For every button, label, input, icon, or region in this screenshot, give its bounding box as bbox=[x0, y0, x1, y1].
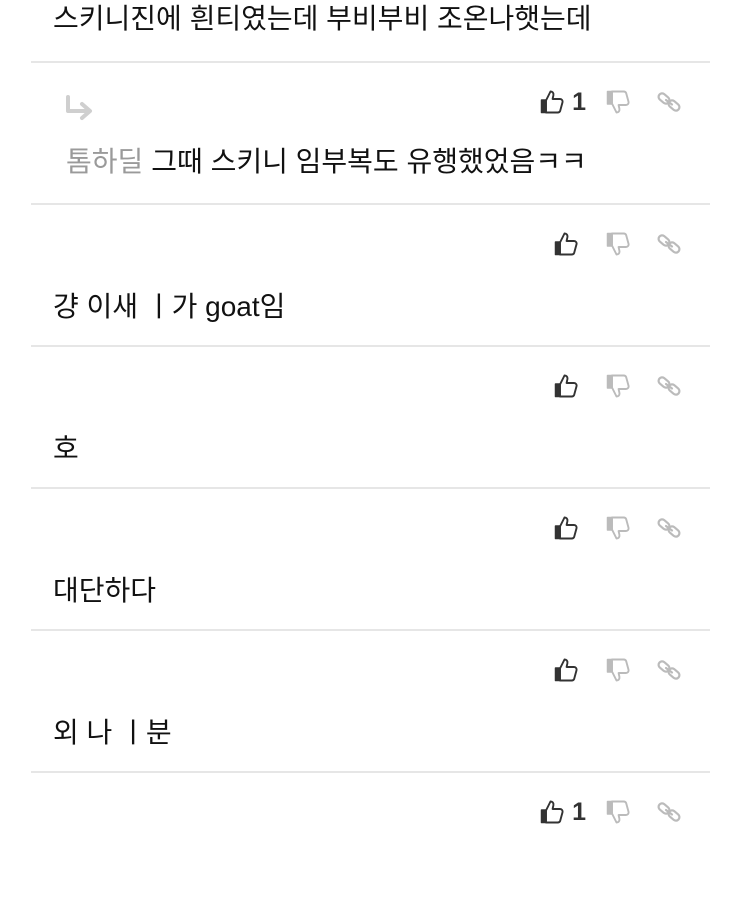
dislike-button[interactable] bbox=[606, 89, 630, 115]
like-button[interactable] bbox=[554, 515, 586, 541]
like-button[interactable] bbox=[554, 657, 586, 683]
link-icon bbox=[657, 660, 681, 680]
thumbs-up-icon bbox=[554, 232, 578, 256]
like-button[interactable] bbox=[554, 373, 586, 399]
thumbs-up-icon bbox=[554, 516, 578, 540]
dislike-button[interactable] bbox=[606, 373, 630, 399]
comment-item: 1 톰하딜 그때 스키니 임부복도 유행했었음ㅋㅋ bbox=[31, 63, 710, 205]
thumbs-up-icon bbox=[540, 90, 564, 114]
thumbs-up-icon bbox=[554, 374, 578, 398]
link-button[interactable] bbox=[656, 515, 682, 541]
comment-text: 걍 이새 ㅣ가 goat임 bbox=[53, 291, 286, 322]
thumbs-down-icon bbox=[606, 90, 630, 114]
comment-text: 외 나 ㅣ분 bbox=[53, 717, 172, 748]
thumbs-down-icon bbox=[606, 658, 630, 682]
link-icon bbox=[657, 376, 681, 396]
link-button[interactable] bbox=[656, 373, 682, 399]
link-icon bbox=[657, 234, 681, 254]
like-button[interactable]: 1 bbox=[540, 88, 586, 117]
like-button[interactable] bbox=[554, 231, 586, 257]
comment-text: 스키니진에 흰티였는데 부비부비 조온나햇는데 bbox=[53, 3, 592, 34]
thumbs-down-icon bbox=[606, 232, 630, 256]
thumbs-down-icon bbox=[606, 800, 630, 824]
comment-actions: 1 bbox=[540, 793, 682, 831]
comment-text: 대단하다 bbox=[53, 575, 157, 606]
thumbs-up-icon bbox=[554, 658, 578, 682]
like-count: 1 bbox=[572, 87, 586, 116]
comment-text: 톰하딜 그때 스키니 임부복도 유행했었음ㅋㅋ bbox=[66, 144, 587, 180]
comment-actions bbox=[554, 651, 682, 689]
reply-arrow-icon bbox=[66, 95, 92, 120]
comment-item: 대단하다 bbox=[31, 489, 710, 631]
link-icon bbox=[657, 92, 681, 112]
thumbs-down-icon bbox=[606, 516, 630, 540]
dislike-button[interactable] bbox=[606, 657, 630, 683]
comment-actions bbox=[554, 225, 682, 263]
link-button[interactable] bbox=[656, 799, 682, 825]
link-icon bbox=[657, 802, 681, 822]
dislike-button[interactable] bbox=[606, 799, 630, 825]
comment-item: 스키니진에 흰티였는데 부비부비 조온나햇는데 bbox=[31, 0, 710, 63]
link-button[interactable] bbox=[656, 89, 682, 115]
thumbs-up-icon bbox=[540, 800, 564, 824]
comment-item: 호 bbox=[31, 347, 710, 489]
thumbs-down-icon bbox=[606, 374, 630, 398]
link-icon bbox=[657, 518, 681, 538]
comment-item: 걍 이새 ㅣ가 goat임 bbox=[31, 205, 710, 347]
comment-actions: 1 bbox=[540, 83, 682, 121]
reply-mention[interactable]: 톰하딜 bbox=[66, 146, 143, 177]
comment-item: 1 bbox=[31, 773, 710, 913]
comment-text: 호 bbox=[53, 433, 79, 464]
comment-list: 스키니진에 흰티였는데 부비부비 조온나햇는데 1 톰하딜 그때 스키니 임부복… bbox=[31, 0, 710, 913]
link-button[interactable] bbox=[656, 657, 682, 683]
comment-actions bbox=[554, 367, 682, 405]
comment-item: 외 나 ㅣ분 bbox=[31, 631, 710, 773]
link-button[interactable] bbox=[656, 231, 682, 257]
like-button[interactable]: 1 bbox=[540, 798, 586, 827]
comment-body: 그때 스키니 임부복도 유행했었음ㅋㅋ bbox=[151, 146, 587, 177]
dislike-button[interactable] bbox=[606, 515, 630, 541]
like-count: 1 bbox=[572, 797, 586, 826]
dislike-button[interactable] bbox=[606, 231, 630, 257]
comment-actions bbox=[554, 509, 682, 547]
